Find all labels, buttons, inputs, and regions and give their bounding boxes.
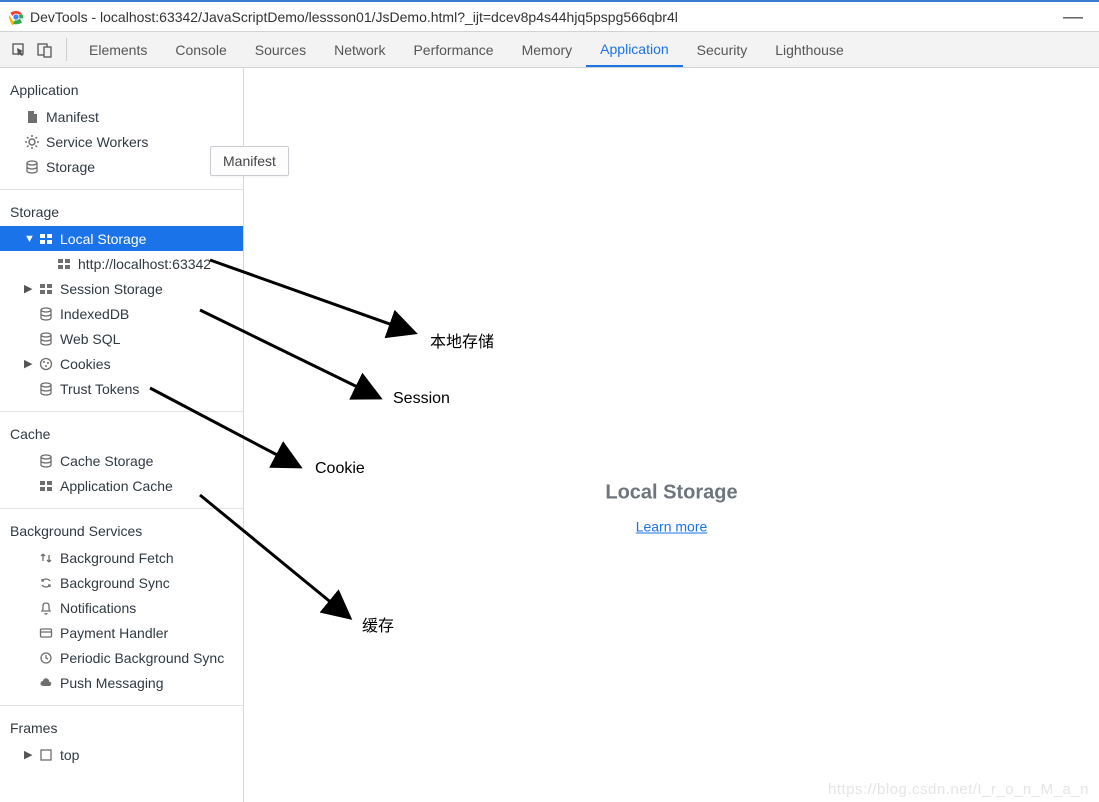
watermark: https://blog.csdn.net/I_r_o_n_M_a_n [828,781,1089,798]
annotation-session: Session [393,390,450,408]
annotation-arrow [0,0,1099,802]
annotation-cookie: Cookie [315,460,365,478]
annotation-cache: 缓存 [362,612,394,636]
annotation-local-storage: 本地存储 [430,328,494,352]
